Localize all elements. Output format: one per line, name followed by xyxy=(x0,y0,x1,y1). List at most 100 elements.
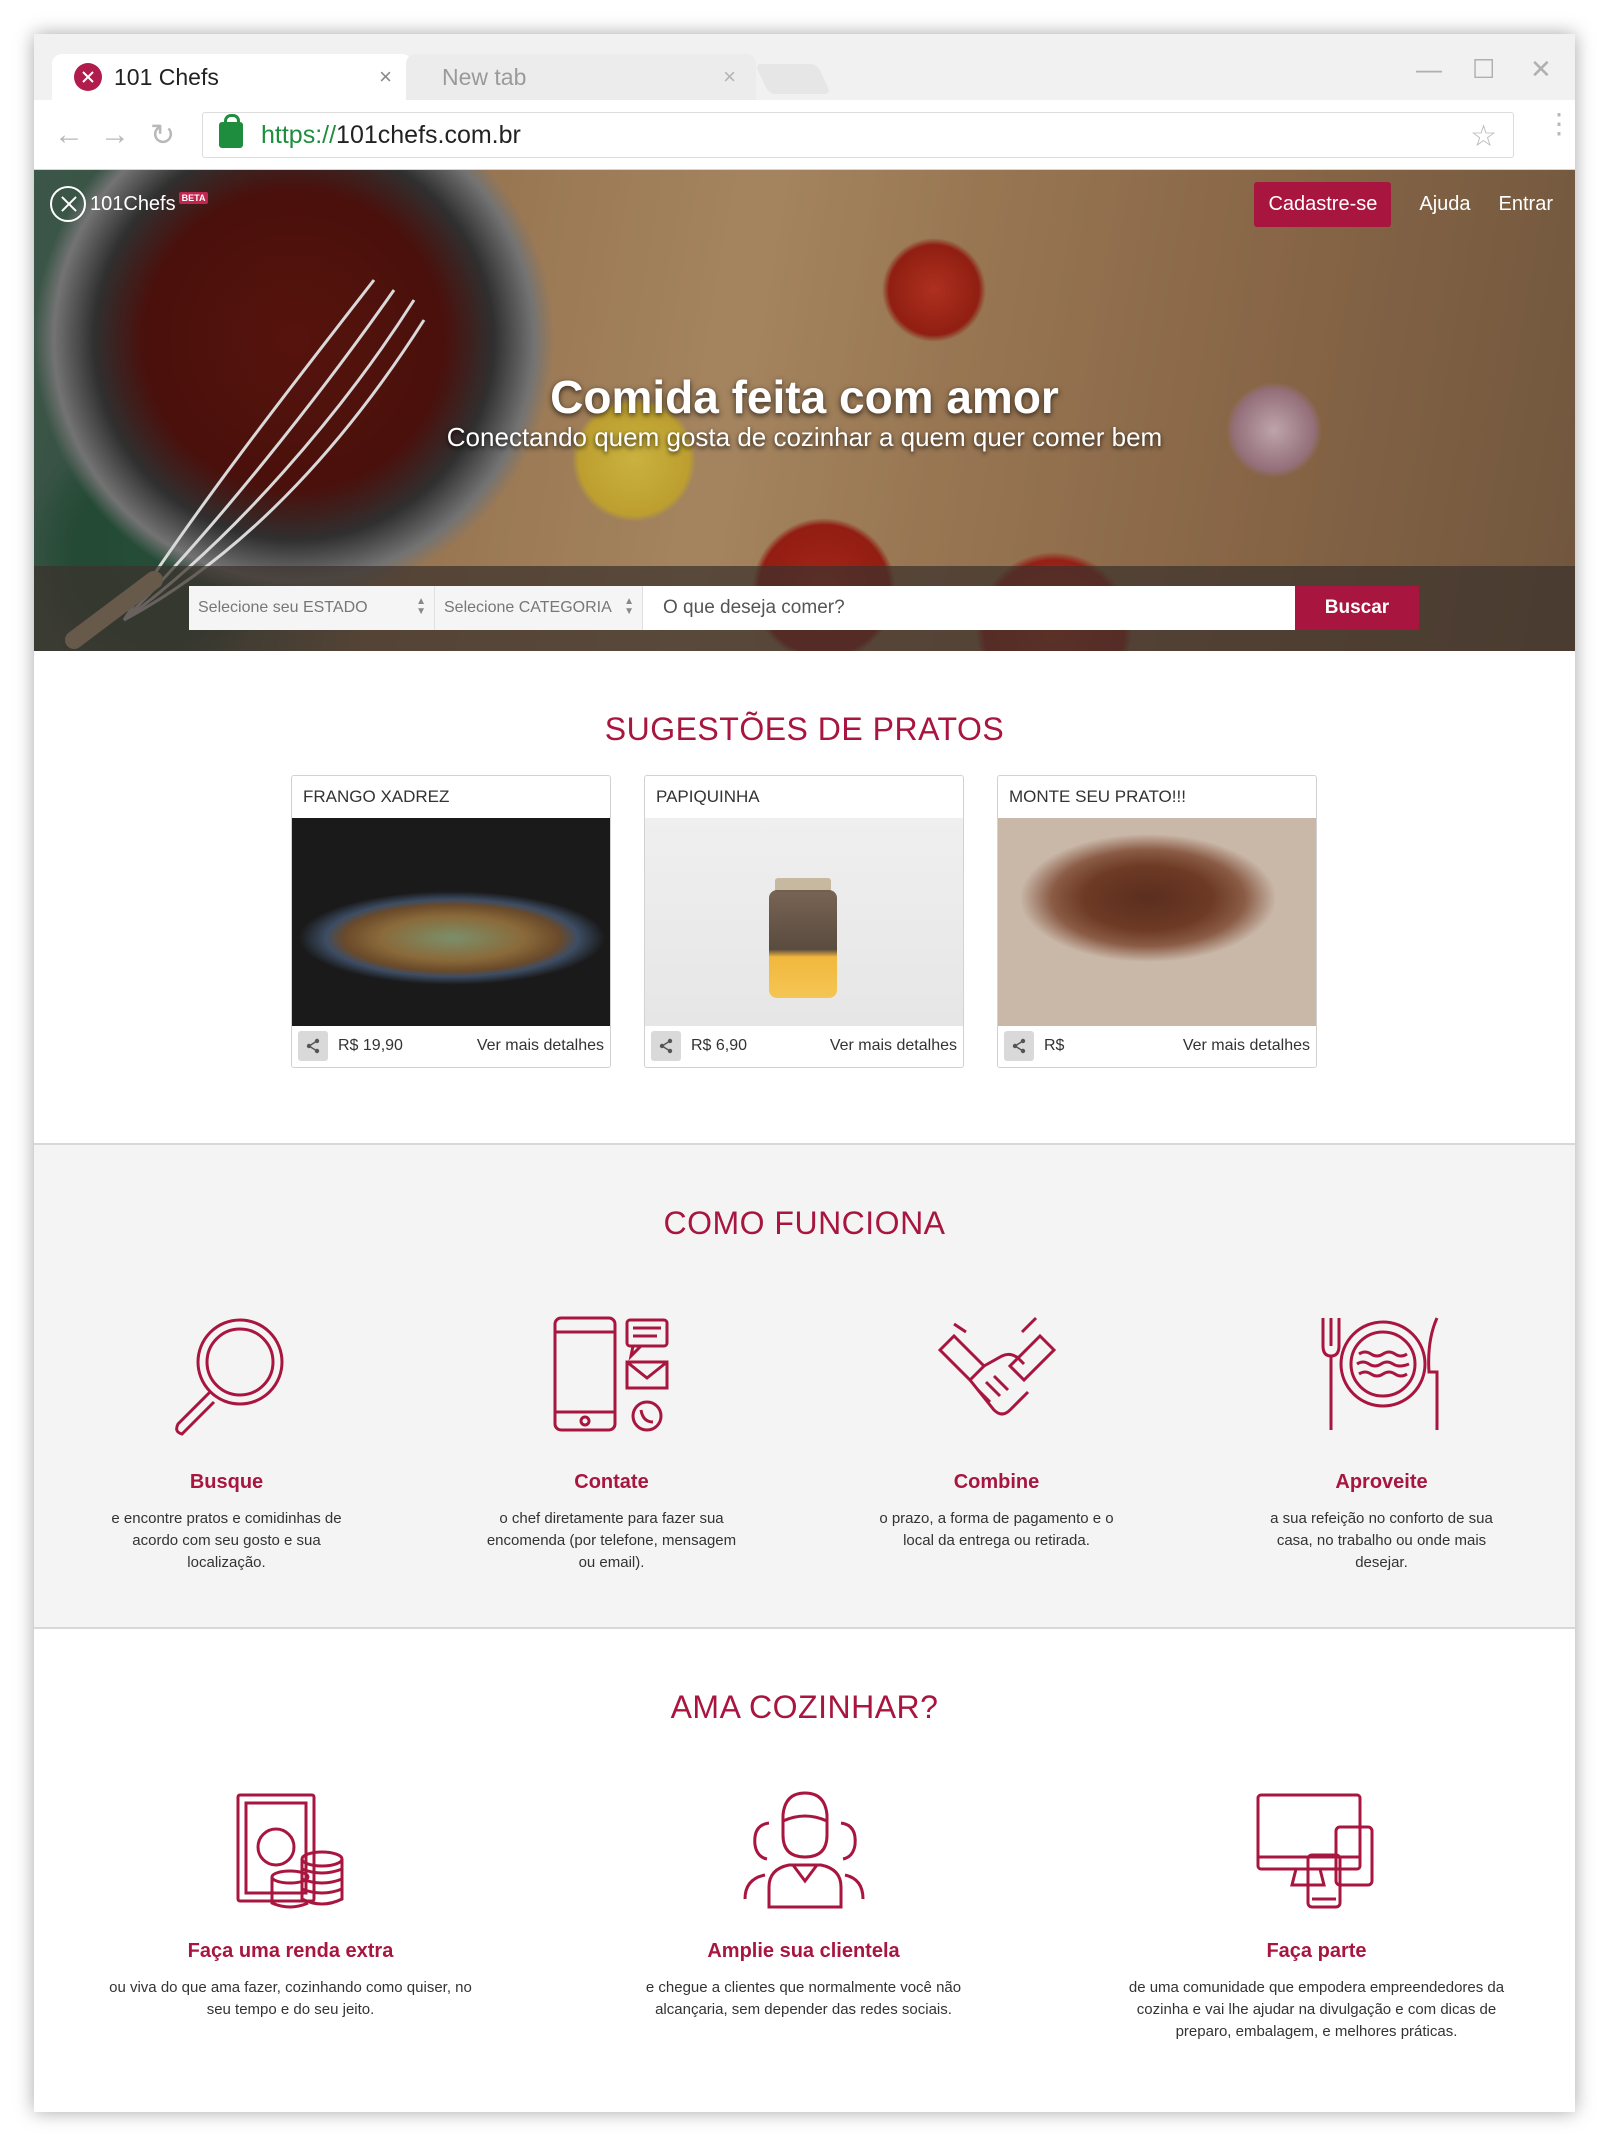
bookmark-star-icon[interactable]: ☆ xyxy=(1470,119,1497,154)
address-bar: ← → ↻ https:// 101chefs.com.br ☆ ⋮ xyxy=(34,100,1575,170)
tab-101-chefs[interactable]: 101 Chefs × xyxy=(52,54,412,100)
step-enjoy: Aproveite a sua refeição no conforto de … xyxy=(1189,1310,1574,1574)
url-field[interactable]: https:// 101chefs.com.br ☆ xyxy=(202,112,1514,158)
reload-icon[interactable]: ↻ xyxy=(150,118,175,153)
share-icon[interactable] xyxy=(298,1031,328,1061)
chef-favicon-icon xyxy=(74,63,102,91)
close-window-icon[interactable]: ✕ xyxy=(1530,54,1552,85)
new-tab-button[interactable] xyxy=(755,64,831,94)
money-coins-icon xyxy=(236,1793,343,1909)
select-arrows-icon: ▲ ▼ xyxy=(416,596,426,617)
dish-card[interactable]: PAPIQUINHA R$ 6,90 Ver mais detalhes xyxy=(644,775,964,1068)
how-it-works-title: COMO FUNCIONA xyxy=(663,1205,946,1241)
dish-card[interactable]: MONTE SEU PRATO!!! R$ Ver mais detalhes xyxy=(997,775,1317,1068)
love-cooking-section: AMA COZINHAR? Faça uma renda extra ou vi… xyxy=(34,1629,1575,2112)
beta-badge: BETA xyxy=(178,192,209,204)
site-logo[interactable]: 101Chefs BETA xyxy=(50,186,209,222)
minimize-icon[interactable]: — xyxy=(1416,54,1442,85)
jar-body xyxy=(769,890,837,998)
tab-new-tab[interactable]: New tab × xyxy=(406,54,756,100)
benefit-desc: e chegue a clientes que normalmente você… xyxy=(645,1979,962,2018)
step-name: Combine xyxy=(953,1471,1040,1493)
help-link[interactable]: Ajuda xyxy=(1419,193,1470,216)
page-content: 101Chefs BETA Cadastre-se Ajuda Entrar C… xyxy=(34,170,1575,2112)
search-button[interactable]: Buscar xyxy=(1295,586,1419,630)
dish-cards: FRANGO XADREZ R$ 19,90 Ver mais detalhes… xyxy=(291,775,1317,1068)
benefit-name: Amplie sua clientela xyxy=(707,1940,900,1962)
tab-close-icon[interactable]: × xyxy=(723,64,736,90)
url-scheme: https:// xyxy=(261,120,337,149)
category-select[interactable]: Selecione CATEGORIA ▲ ▼ xyxy=(435,586,643,630)
step-name: Contate xyxy=(574,1471,649,1493)
dish-card-footer: R$ 19,90 Ver mais detalhes xyxy=(292,1025,610,1067)
benefit-desc: de uma comunidade que empodera empreende… xyxy=(1128,1979,1505,2040)
tab-title: 101 Chefs xyxy=(114,63,219,90)
dish-name: PAPIQUINHA xyxy=(656,787,760,806)
state-select[interactable]: Selecione seu ESTADO ▲ ▼ xyxy=(189,586,435,630)
people-group-icon xyxy=(743,1791,864,1909)
top-nav: Cadastre-se Ajuda Entrar xyxy=(1254,182,1553,227)
hero-banner: 101Chefs BETA Cadastre-se Ajuda Entrar C… xyxy=(34,170,1575,651)
step-search: Busque e encontre pratos e comidinhas de… xyxy=(34,1310,419,1574)
signup-button[interactable]: Cadastre-se xyxy=(1254,182,1392,227)
select-arrows-icon: ▲ ▼ xyxy=(624,596,634,617)
step-contact: Contate o chef diretamente para fazer su… xyxy=(419,1310,804,1574)
state-select-label: Selecione seu ESTADO xyxy=(198,599,368,616)
jar-illustration xyxy=(769,878,837,998)
devices-icon xyxy=(1256,1793,1373,1909)
browser-window: 101 Chefs × New tab × — ☐ ✕ ← → ↻ https:… xyxy=(34,34,1575,2112)
benefit-extra-income: Faça uma renda extra ou viva do que ama … xyxy=(34,1787,547,2043)
plate-cutlery-icon xyxy=(1321,1317,1438,1430)
suggestions-section: SUGESTÕES DE PRATOS FRANGO XADREZ R$ 19,… xyxy=(34,651,1575,1145)
dish-price: R$ xyxy=(1044,1037,1065,1054)
dish-image[interactable] xyxy=(998,818,1316,1026)
dish-card-footer: R$ 6,90 Ver mais detalhes xyxy=(645,1025,963,1067)
benefit-name: Faça uma renda extra xyxy=(187,1940,394,1962)
dish-name: MONTE SEU PRATO!!! xyxy=(1009,787,1186,806)
step-desc: o chef diretamente para fazer sua encome… xyxy=(486,1510,737,1571)
category-select-label: Selecione CATEGORIA xyxy=(444,599,612,616)
dish-price: R$ 19,90 xyxy=(338,1037,403,1054)
maximize-icon[interactable]: ☐ xyxy=(1472,54,1495,85)
dish-image[interactable] xyxy=(645,818,963,1026)
step-name: Aproveite xyxy=(1335,1471,1428,1493)
lock-icon xyxy=(219,114,243,148)
hero-title: Comida feita com amor xyxy=(550,371,1059,423)
dish-image[interactable] xyxy=(292,818,610,1026)
phone-contact-icon xyxy=(553,1316,668,1432)
benefit-be-part: Faça parte de uma comunidade que empoder… xyxy=(1060,1787,1573,2043)
benefit-grow-clients: Amplie sua clientela e chegue a clientes… xyxy=(547,1787,1060,2043)
magnifier-icon xyxy=(174,1318,283,1436)
back-arrow-icon[interactable]: ← xyxy=(54,118,84,152)
step-desc: o prazo, a forma de pagamento e o local … xyxy=(879,1510,1114,1549)
details-link[interactable]: Ver mais detalhes xyxy=(830,1037,957,1055)
suggestions-title: SUGESTÕES DE PRATOS xyxy=(604,711,1005,747)
search-input[interactable] xyxy=(643,586,1295,630)
share-icon[interactable] xyxy=(1004,1031,1034,1061)
benefit-desc: ou viva do que ama fazer, cozinhando com… xyxy=(109,1979,472,2018)
dish-card[interactable]: FRANGO XADREZ R$ 19,90 Ver mais detalhes xyxy=(291,775,611,1068)
details-link[interactable]: Ver mais detalhes xyxy=(477,1037,604,1055)
details-link[interactable]: Ver mais detalhes xyxy=(1183,1037,1310,1055)
hero-subtitle: Conectando quem gosta de cozinhar a quem… xyxy=(446,422,1163,452)
search-band: Selecione seu ESTADO ▲ ▼ Selecione CATEGO… xyxy=(34,566,1575,651)
tab-strip: 101 Chefs × New tab × — ☐ ✕ xyxy=(34,34,1575,100)
login-link[interactable]: Entrar xyxy=(1499,193,1553,216)
benefits: Faça uma renda extra ou viva do que ama … xyxy=(34,1787,1575,2043)
tab-close-icon[interactable]: × xyxy=(379,64,392,90)
how-it-works-section: COMO FUNCIONA Busque e encontre pratos e… xyxy=(34,1145,1575,1629)
step-desc: e encontre pratos e comidinhas de acordo… xyxy=(111,1510,342,1571)
love-cooking-title: AMA COZINHAR? xyxy=(670,1689,939,1725)
step-name: Busque xyxy=(189,1471,264,1493)
step-combine: Combine o prazo, a forma de pagamento e … xyxy=(804,1310,1189,1574)
dish-name: FRANGO XADREZ xyxy=(303,787,450,806)
dish-price: R$ 6,90 xyxy=(691,1037,748,1054)
menu-dots-icon[interactable]: ⋮ xyxy=(1545,110,1573,138)
tab-title: New tab xyxy=(442,63,527,90)
share-icon[interactable] xyxy=(651,1031,681,1061)
step-desc: a sua refeição no conforto de sua casa, … xyxy=(1270,1510,1493,1571)
dish-card-footer: R$ Ver mais detalhes xyxy=(998,1025,1316,1067)
forward-arrow-icon[interactable]: → xyxy=(100,118,130,152)
steps: Busque e encontre pratos e comidinhas de… xyxy=(34,1310,1575,1574)
search-bar: Selecione seu ESTADO ▲ ▼ Selecione CATEGO… xyxy=(189,586,1419,630)
